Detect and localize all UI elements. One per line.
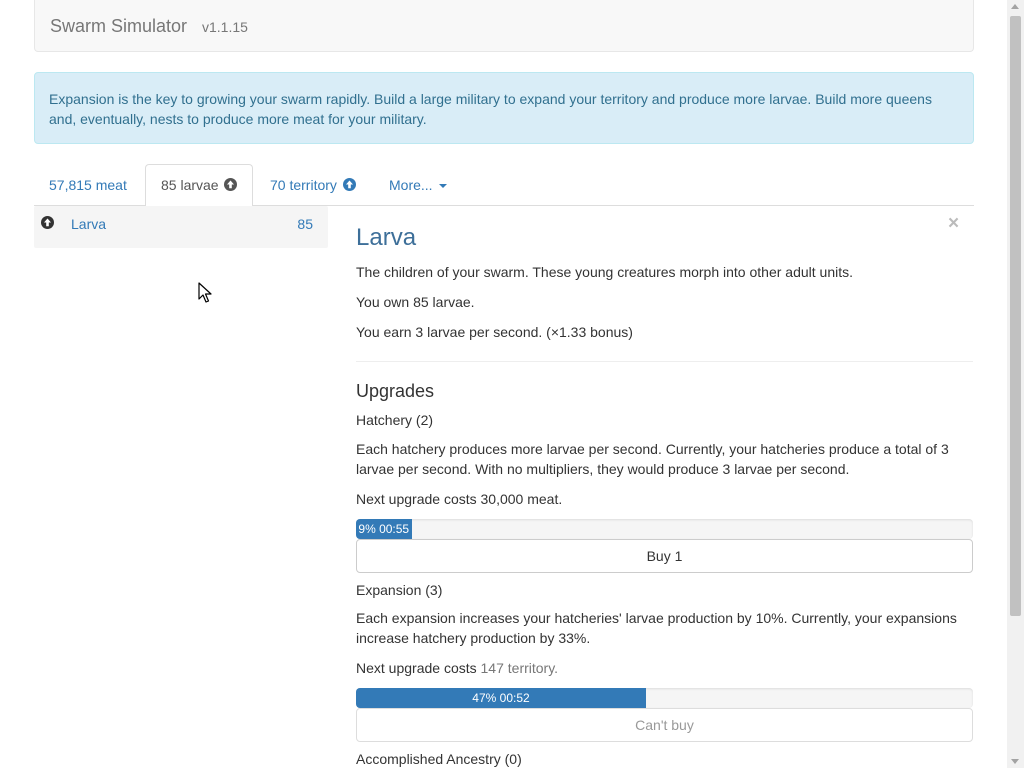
cost-value: 147 territory. bbox=[480, 660, 559, 676]
progress-bar-hatchery: 9% 00:55 bbox=[356, 519, 973, 539]
app-brand[interactable]: Swarm Simulator bbox=[50, 16, 187, 37]
arrow-up-circle-icon bbox=[224, 178, 238, 191]
cant-buy-button[interactable]: Can't buy bbox=[356, 708, 973, 742]
upgrade-name-hatchery: Hatchery (2) bbox=[356, 412, 434, 428]
unit-title: Larva bbox=[356, 224, 417, 251]
unit-owned: You own 85 larvae. bbox=[356, 294, 475, 310]
cost-value: 30,000 meat. bbox=[480, 491, 563, 507]
tab-more-dropdown[interactable]: More... bbox=[374, 164, 462, 206]
scroll-down-icon[interactable] bbox=[1011, 759, 1019, 764]
top-navbar: Swarm Simulator v1.1.15 bbox=[34, 0, 974, 52]
upgrade-description-expansion: Each expansion increases your hatcheries… bbox=[356, 610, 957, 646]
caret-down-icon bbox=[438, 184, 447, 188]
upgrade-cost-hatchery: Next upgrade costs 30,000 meat. bbox=[356, 489, 973, 509]
upgrades-heading: Upgrades bbox=[356, 381, 435, 401]
progress-fill-hatchery: 9% 00:55 bbox=[356, 519, 412, 539]
scroll-up-icon[interactable] bbox=[1011, 4, 1019, 9]
arrow-up-circle-icon bbox=[41, 216, 54, 232]
tab-meat-label: 57,815 meat bbox=[49, 177, 127, 193]
close-button[interactable]: × bbox=[948, 214, 959, 234]
tab-territory[interactable]: 70 territory bbox=[255, 164, 371, 206]
resource-tabs: 57,815 meat 85 larvae 70 territory More.… bbox=[34, 164, 974, 207]
divider bbox=[356, 361, 973, 362]
upgrade-name-expansion: Expansion (3) bbox=[356, 582, 443, 598]
sidebar-item-larva[interactable]: Larva 85 bbox=[34, 206, 328, 248]
scroll-thumb[interactable] bbox=[1010, 16, 1021, 616]
vertical-scrollbar[interactable] bbox=[1007, 0, 1024, 768]
sidebar-item-count: 85 bbox=[297, 216, 313, 232]
tab-more-label: More... bbox=[389, 177, 433, 193]
app-version: v1.1.15 bbox=[202, 19, 248, 35]
tab-meat[interactable]: 57,815 meat bbox=[34, 164, 142, 206]
unit-description: The children of your swarm. These young … bbox=[356, 264, 853, 280]
progress-bar-expansion: 47% 00:52 bbox=[356, 688, 973, 708]
buy-1-button[interactable]: Buy 1 bbox=[356, 539, 973, 573]
progress-fill-expansion: 47% 00:52 bbox=[356, 688, 646, 708]
unit-rate: You earn 3 larvae per second. (×1.33 bon… bbox=[356, 324, 633, 340]
upgrade-description-hatchery: Each hatchery produces more larvae per s… bbox=[356, 441, 949, 477]
progress-label: 47% 00:52 bbox=[472, 691, 530, 705]
arrow-up-circle-icon bbox=[342, 178, 356, 191]
tab-territory-label: 70 territory bbox=[270, 177, 337, 193]
cost-prefix: Next upgrade costs bbox=[356, 491, 481, 507]
mouse-cursor-icon bbox=[198, 282, 212, 307]
alert-text: Expansion is the key to growing your swa… bbox=[49, 91, 932, 127]
tab-larvae-label: 85 larvae bbox=[161, 177, 219, 193]
progress-label: 9% 00:55 bbox=[358, 522, 410, 536]
sidebar-item-label[interactable]: Larva bbox=[71, 216, 106, 232]
cost-prefix: Next upgrade costs bbox=[356, 660, 481, 676]
tab-larvae[interactable]: 85 larvae bbox=[145, 164, 254, 207]
upgrade-cost-expansion: Next upgrade costs 147 territory. bbox=[356, 658, 973, 678]
info-alert: Expansion is the key to growing your swa… bbox=[34, 72, 974, 144]
upgrade-name-accomplished-ancestry: Accomplished Ancestry (0) bbox=[356, 751, 522, 767]
